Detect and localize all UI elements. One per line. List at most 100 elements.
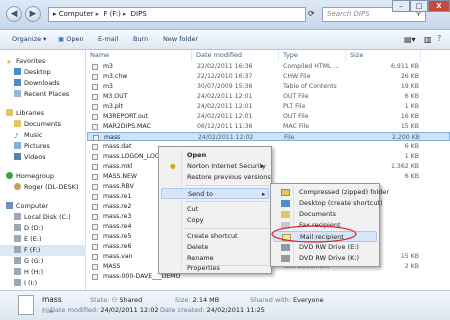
burn-button[interactable]: Burn xyxy=(133,35,148,43)
close-button[interactable]: X xyxy=(428,0,450,12)
view-options-icon[interactable]: ▤▾ xyxy=(404,35,416,44)
file-row[interactable]: MAR2DIPS.MAC 06/12/2011 11:36 MAC File 15 K… xyxy=(87,122,450,131)
file-name: mass.dat xyxy=(103,143,132,150)
menu-send-to[interactable]: Send to ▸ xyxy=(161,188,269,199)
file-size: 6 KB xyxy=(404,173,419,180)
nav-homegroup[interactable]: Homegroup xyxy=(0,171,86,182)
nav-videos[interactable]: Videos xyxy=(0,152,86,163)
nav-computer[interactable]: Computer xyxy=(0,201,86,212)
breadcrumb-computer[interactable]: Computer xyxy=(59,10,94,18)
drive-icon xyxy=(14,224,21,231)
file-icon xyxy=(92,64,98,70)
details-shared-with: Shared with: Everyone xyxy=(250,296,324,304)
file-icon xyxy=(92,264,98,270)
nav-drive-h[interactable]: H (H:) xyxy=(0,267,86,278)
drive-icon xyxy=(14,213,21,220)
column-header-name[interactable]: Name xyxy=(87,50,192,61)
sendto-documents[interactable]: Documents xyxy=(273,209,377,220)
file-name: M3.OUT xyxy=(103,93,128,100)
new-folder-button[interactable]: New folder xyxy=(163,35,198,43)
file-type: OUT File xyxy=(283,113,309,120)
menu-properties[interactable]: Properties xyxy=(161,263,269,274)
nav-drive-e[interactable]: E (E:) xyxy=(0,234,86,245)
back-button[interactable]: ◀ xyxy=(6,6,22,22)
nav-libraries[interactable]: Libraries xyxy=(0,108,86,119)
file-name: MASS.NEW xyxy=(103,173,138,180)
file-size: 19 KB xyxy=(400,83,419,90)
sendto-desktop[interactable]: Desktop (create shortcut) xyxy=(273,198,383,209)
nav-downloads[interactable]: Downloads xyxy=(0,78,86,89)
email-button[interactable]: E-mail xyxy=(98,35,118,43)
organize-button[interactable]: Organize ▾ xyxy=(12,35,46,43)
forward-button[interactable]: ▶ xyxy=(25,6,41,22)
sendto-dvd-k[interactable]: DVD RW Drive (K:) xyxy=(273,253,377,264)
file-name: mass.RBV xyxy=(103,183,134,190)
details-date-created: Date created: 24/02/2011 11:25 xyxy=(160,306,265,314)
breadcrumb-drive[interactable]: F (F:) xyxy=(103,10,121,18)
nav-recent-places[interactable]: Recent Places xyxy=(0,89,86,100)
file-size: 6,911 KB xyxy=(391,63,419,70)
nav-drive-i[interactable]: I (I:) xyxy=(0,278,86,289)
file-icon xyxy=(92,234,98,240)
file-name: mass.re5 xyxy=(103,233,132,240)
file-row[interactable]: m3 30/07/2009 15:36 Table of Contents 19 KB xyxy=(87,82,450,91)
sendto-compressed[interactable]: Compressed (zipped) folder xyxy=(273,187,389,198)
file-row[interactable]: mass 24/02/2011 12:02 File 2,200 KB xyxy=(87,132,450,141)
column-header-size[interactable]: Size xyxy=(347,50,421,61)
address-bar[interactable]: ▸ Computer ▸ F (F:) ▸ DIPS xyxy=(48,7,306,22)
help-icon[interactable]: ? xyxy=(437,34,441,43)
open-button[interactable]: ▣ Open xyxy=(58,35,84,43)
maximize-button[interactable]: □ xyxy=(410,0,428,12)
menu-create-shortcut[interactable]: Create shortcut xyxy=(161,231,269,242)
details-pane: mass File State: ⚇ Shared Size: 2.14 MB … xyxy=(0,290,450,320)
menu-copy[interactable]: Copy xyxy=(161,215,269,226)
file-name: mass.mkl xyxy=(103,163,133,170)
minimize-button[interactable]: – xyxy=(392,0,410,12)
file-name: mass.re1 xyxy=(103,193,132,200)
title-bar: ◀ ▶ ▸ Computer ▸ F (F:) ▸ DIPS ⟳ Search DI… xyxy=(0,0,450,30)
file-type: File xyxy=(284,134,295,141)
computer-icon xyxy=(6,202,13,209)
menu-separator xyxy=(185,185,269,186)
nav-music[interactable]: ♪ Music xyxy=(0,130,86,141)
nav-desktop[interactable]: Desktop xyxy=(0,67,86,78)
file-type: Table of Contents xyxy=(283,83,337,90)
menu-norton[interactable]: ● Norton Internet Security ▸ xyxy=(161,161,269,172)
file-row[interactable]: M3REPORT.out 24/02/2011 12:01 OUT File 16 K… xyxy=(87,112,450,121)
menu-cut[interactable]: Cut xyxy=(161,204,269,215)
column-header-type[interactable]: Type xyxy=(280,50,346,61)
file-icon xyxy=(92,164,98,170)
nav-drive-c[interactable]: Local Disk (C:) xyxy=(0,212,86,223)
menu-delete[interactable]: Delete xyxy=(161,242,269,253)
nav-drive-f[interactable]: F (F:) xyxy=(0,245,86,256)
menu-restore-versions[interactable]: Restore previous versions xyxy=(161,172,271,183)
file-row[interactable]: m3.plt 24/02/2011 12:01 PLT File 1 KB xyxy=(87,102,450,111)
refresh-icon[interactable]: ⟳ xyxy=(308,9,315,18)
file-date: 24/02/2011 12:01 xyxy=(197,103,253,110)
nav-pictures[interactable]: Pictures xyxy=(0,141,86,152)
file-icon xyxy=(92,214,98,220)
file-name: mass.re3 xyxy=(103,213,132,220)
nav-favorites[interactable]: ★ Favorites xyxy=(0,56,86,67)
menu-open[interactable]: Open xyxy=(161,150,269,161)
file-icon xyxy=(92,144,98,150)
file-row[interactable]: m3.chw 22/12/2010 16:37 CHW File 26 KB xyxy=(87,72,450,81)
file-size: 15 KB xyxy=(400,123,419,130)
file-icon xyxy=(92,224,98,230)
dvd-drive-icon xyxy=(281,255,290,262)
column-header-date[interactable]: Date modified xyxy=(193,50,279,61)
preview-pane-icon[interactable]: ▥ xyxy=(424,35,432,44)
breadcrumb-folder[interactable]: DIPS xyxy=(131,10,147,18)
nav-documents[interactable]: Documents xyxy=(0,119,86,130)
nav-drive-d[interactable]: D (D:) xyxy=(0,223,86,234)
file-row[interactable]: m3 22/02/2011 16:36 Compiled HTML ... 6,911… xyxy=(87,62,450,71)
nav-roger[interactable]: Roger (DL-DESK) xyxy=(0,182,86,193)
file-icon xyxy=(92,114,98,120)
norton-icon: ● xyxy=(170,162,176,170)
file-row[interactable]: M3.OUT 24/02/2011 12:01 OUT File 6 KB xyxy=(87,92,450,101)
file-type: PLT File xyxy=(283,103,306,110)
documents-icon xyxy=(281,211,290,218)
file-icon xyxy=(92,204,98,210)
nav-drive-g[interactable]: G (G:) xyxy=(0,256,86,267)
details-state: State: ⚇ Shared xyxy=(90,296,143,304)
